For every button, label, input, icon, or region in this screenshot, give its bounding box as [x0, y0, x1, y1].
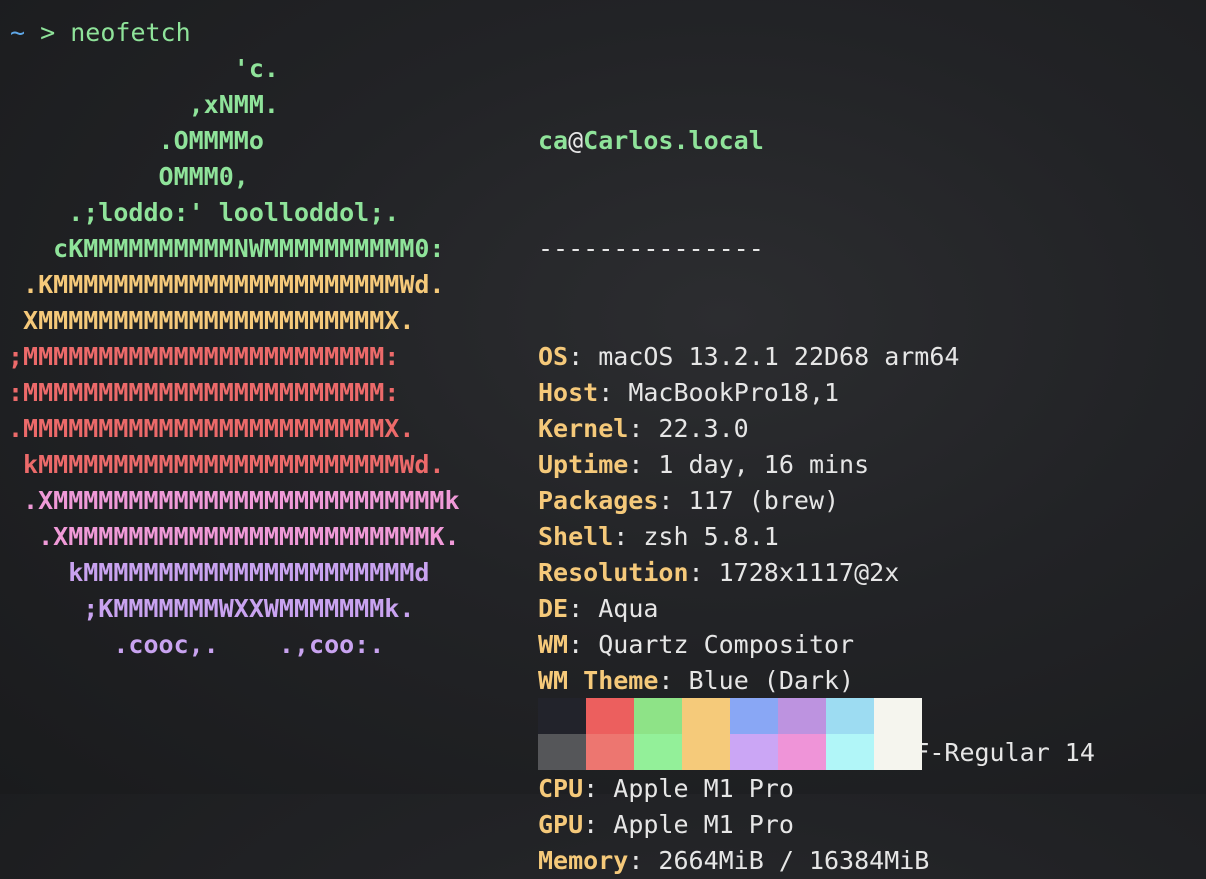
info-colon: :	[688, 558, 704, 587]
info-value: Apple M1 Pro	[598, 774, 794, 803]
info-colon: :	[583, 774, 599, 803]
prompt-symbol: >	[40, 18, 56, 47]
info-colon: :	[568, 342, 584, 371]
info-value: zsh 5.8.1	[628, 522, 779, 551]
info-value: Aqua	[583, 594, 659, 623]
info-key: Kernel	[538, 414, 629, 443]
logo-line: ,xNMM.	[8, 90, 279, 119]
color-swatch-bright-6	[826, 734, 874, 770]
color-swatch-normal-6	[826, 698, 874, 734]
color-palette	[538, 698, 922, 770]
info-key: CPU	[538, 774, 584, 803]
info-key: OS	[538, 342, 569, 371]
at-sign: @	[568, 126, 584, 155]
color-swatch-bright-3	[682, 734, 730, 770]
color-swatch-bright-7	[874, 734, 922, 770]
info-value: Quartz Compositor	[583, 630, 855, 659]
info-key: WM Theme	[538, 666, 659, 695]
logo-line: .OMMMMo	[8, 126, 264, 155]
info-key: Shell	[538, 522, 614, 551]
info-row: Resolution: 1728x1117@2x	[538, 555, 1095, 591]
info-colon: :	[568, 630, 584, 659]
logo-line: ;KMMMMMMMWXXWMMMMMMMk.	[8, 594, 415, 623]
logo-line: OMMM0,	[8, 162, 249, 191]
info-key: Resolution	[538, 558, 689, 587]
info-row: GPU: Apple M1 Pro	[538, 807, 1095, 843]
info-row: DE: Aqua	[538, 591, 1095, 627]
info-row: Packages: 117 (brew)	[538, 483, 1095, 519]
logo-line: kMMMMMMMMMMMMMMMMMMMMMMd	[8, 558, 430, 587]
logo-line: ;MMMMMMMMMMMMMMMMMMMMMMMM:	[8, 342, 400, 371]
info-value: 1 day, 16 mins	[643, 450, 870, 479]
info-value: 2664MiB / 16384MiB	[643, 846, 930, 875]
info-value: Apple M1 Pro	[598, 810, 794, 839]
info-colon: :	[628, 450, 644, 479]
info-row: CPU: Apple M1 Pro	[538, 771, 1095, 807]
info-key: Uptime	[538, 450, 629, 479]
logo-line: .;loddo:' loolloddol;.	[8, 198, 400, 227]
info-row: WM: Quartz Compositor	[538, 627, 1095, 663]
color-swatch-normal-0	[538, 698, 586, 734]
logo-line: cKMMMMMMMMMMNWMMMMMMMMMM0:	[8, 234, 445, 263]
color-swatch-bright-0	[538, 734, 586, 770]
info-key: WM	[538, 630, 569, 659]
info-key: DE	[538, 594, 569, 623]
hostname: Carlos.local	[583, 126, 764, 155]
info-row: WM Theme: Blue (Dark)	[538, 663, 1095, 699]
logo-line: .KMMMMMMMMMMMMMMMMMMMMMMMWd.	[8, 270, 445, 299]
logo-line: 'c.	[8, 54, 279, 83]
separator-line: ---------------	[538, 234, 764, 263]
info-colon: :	[658, 486, 674, 515]
prompt-cwd: ~	[10, 18, 26, 47]
prompt-command: neofetch	[70, 18, 191, 47]
info-key: GPU	[538, 810, 584, 839]
terminal-window[interactable]: ~ > neofetch 'c. ,xNMM. .OMMMMo OMMM0, .…	[0, 0, 1206, 875]
username: ca	[538, 126, 569, 155]
shell-prompt: ~ > neofetch	[10, 15, 191, 51]
info-value: MacBookPro18,1	[613, 378, 840, 407]
logo-line: .MMMMMMMMMMMMMMMMMMMMMMMMX.	[8, 414, 415, 443]
logo-line: .XMMMMMMMMMMMMMMMMMMMMMMMMK.	[8, 522, 460, 551]
color-swatch-bright-2	[634, 734, 682, 770]
info-row: Kernel: 22.3.0	[538, 411, 1095, 447]
color-swatch-normal-7	[874, 698, 922, 734]
color-swatch-normal-2	[634, 698, 682, 734]
user-host-line: ca@Carlos.local	[538, 123, 1095, 159]
info-row: Shell: zsh 5.8.1	[538, 519, 1095, 555]
color-swatch-normal-4	[730, 698, 778, 734]
info-value: 117 (brew)	[673, 486, 840, 515]
info-value: Blue (Dark)	[673, 666, 855, 695]
info-colon: :	[658, 666, 674, 695]
logo-line: .cooc,. .,coo:.	[8, 630, 385, 659]
color-swatch-bright-4	[730, 734, 778, 770]
info-key: Packages	[538, 486, 659, 515]
info-colon: :	[598, 378, 614, 407]
logo-line: .XMMMMMMMMMMMMMMMMMMMMMMMMMMk	[8, 486, 460, 515]
info-value: 1728x1117@2x	[703, 558, 900, 587]
info-colon: :	[628, 414, 644, 443]
logo-line: kMMMMMMMMMMMMMMMMMMMMMMMMWd.	[8, 450, 445, 479]
logo-line: :MMMMMMMMMMMMMMMMMMMMMMMM:	[8, 378, 400, 407]
info-key: Host	[538, 378, 599, 407]
info-row: Memory: 2664MiB / 16384MiB	[538, 843, 1095, 879]
color-swatch-normal-1	[586, 698, 634, 734]
info-value: 22.3.0	[643, 414, 749, 443]
logo-line: XMMMMMMMMMMMMMMMMMMMMMMMX.	[8, 306, 415, 335]
info-colon: :	[613, 522, 629, 551]
info-key: Memory	[538, 846, 629, 875]
apple-ascii-logo: 'c. ,xNMM. .OMMMMo OMMM0, .;loddo:' lool…	[8, 51, 460, 663]
color-swatch-bright-1	[586, 734, 634, 770]
color-swatch-normal-5	[778, 698, 826, 734]
info-row: Host: MacBookPro18,1	[538, 375, 1095, 411]
info-value: macOS 13.2.1 22D68 arm64	[583, 342, 960, 371]
info-row: OS: macOS 13.2.1 22D68 arm64	[538, 339, 1095, 375]
info-colon: :	[583, 810, 599, 839]
color-swatch-normal-3	[682, 698, 730, 734]
color-swatch-bright-5	[778, 734, 826, 770]
info-row: Uptime: 1 day, 16 mins	[538, 447, 1095, 483]
info-colon: :	[628, 846, 644, 875]
info-colon: :	[568, 594, 584, 623]
